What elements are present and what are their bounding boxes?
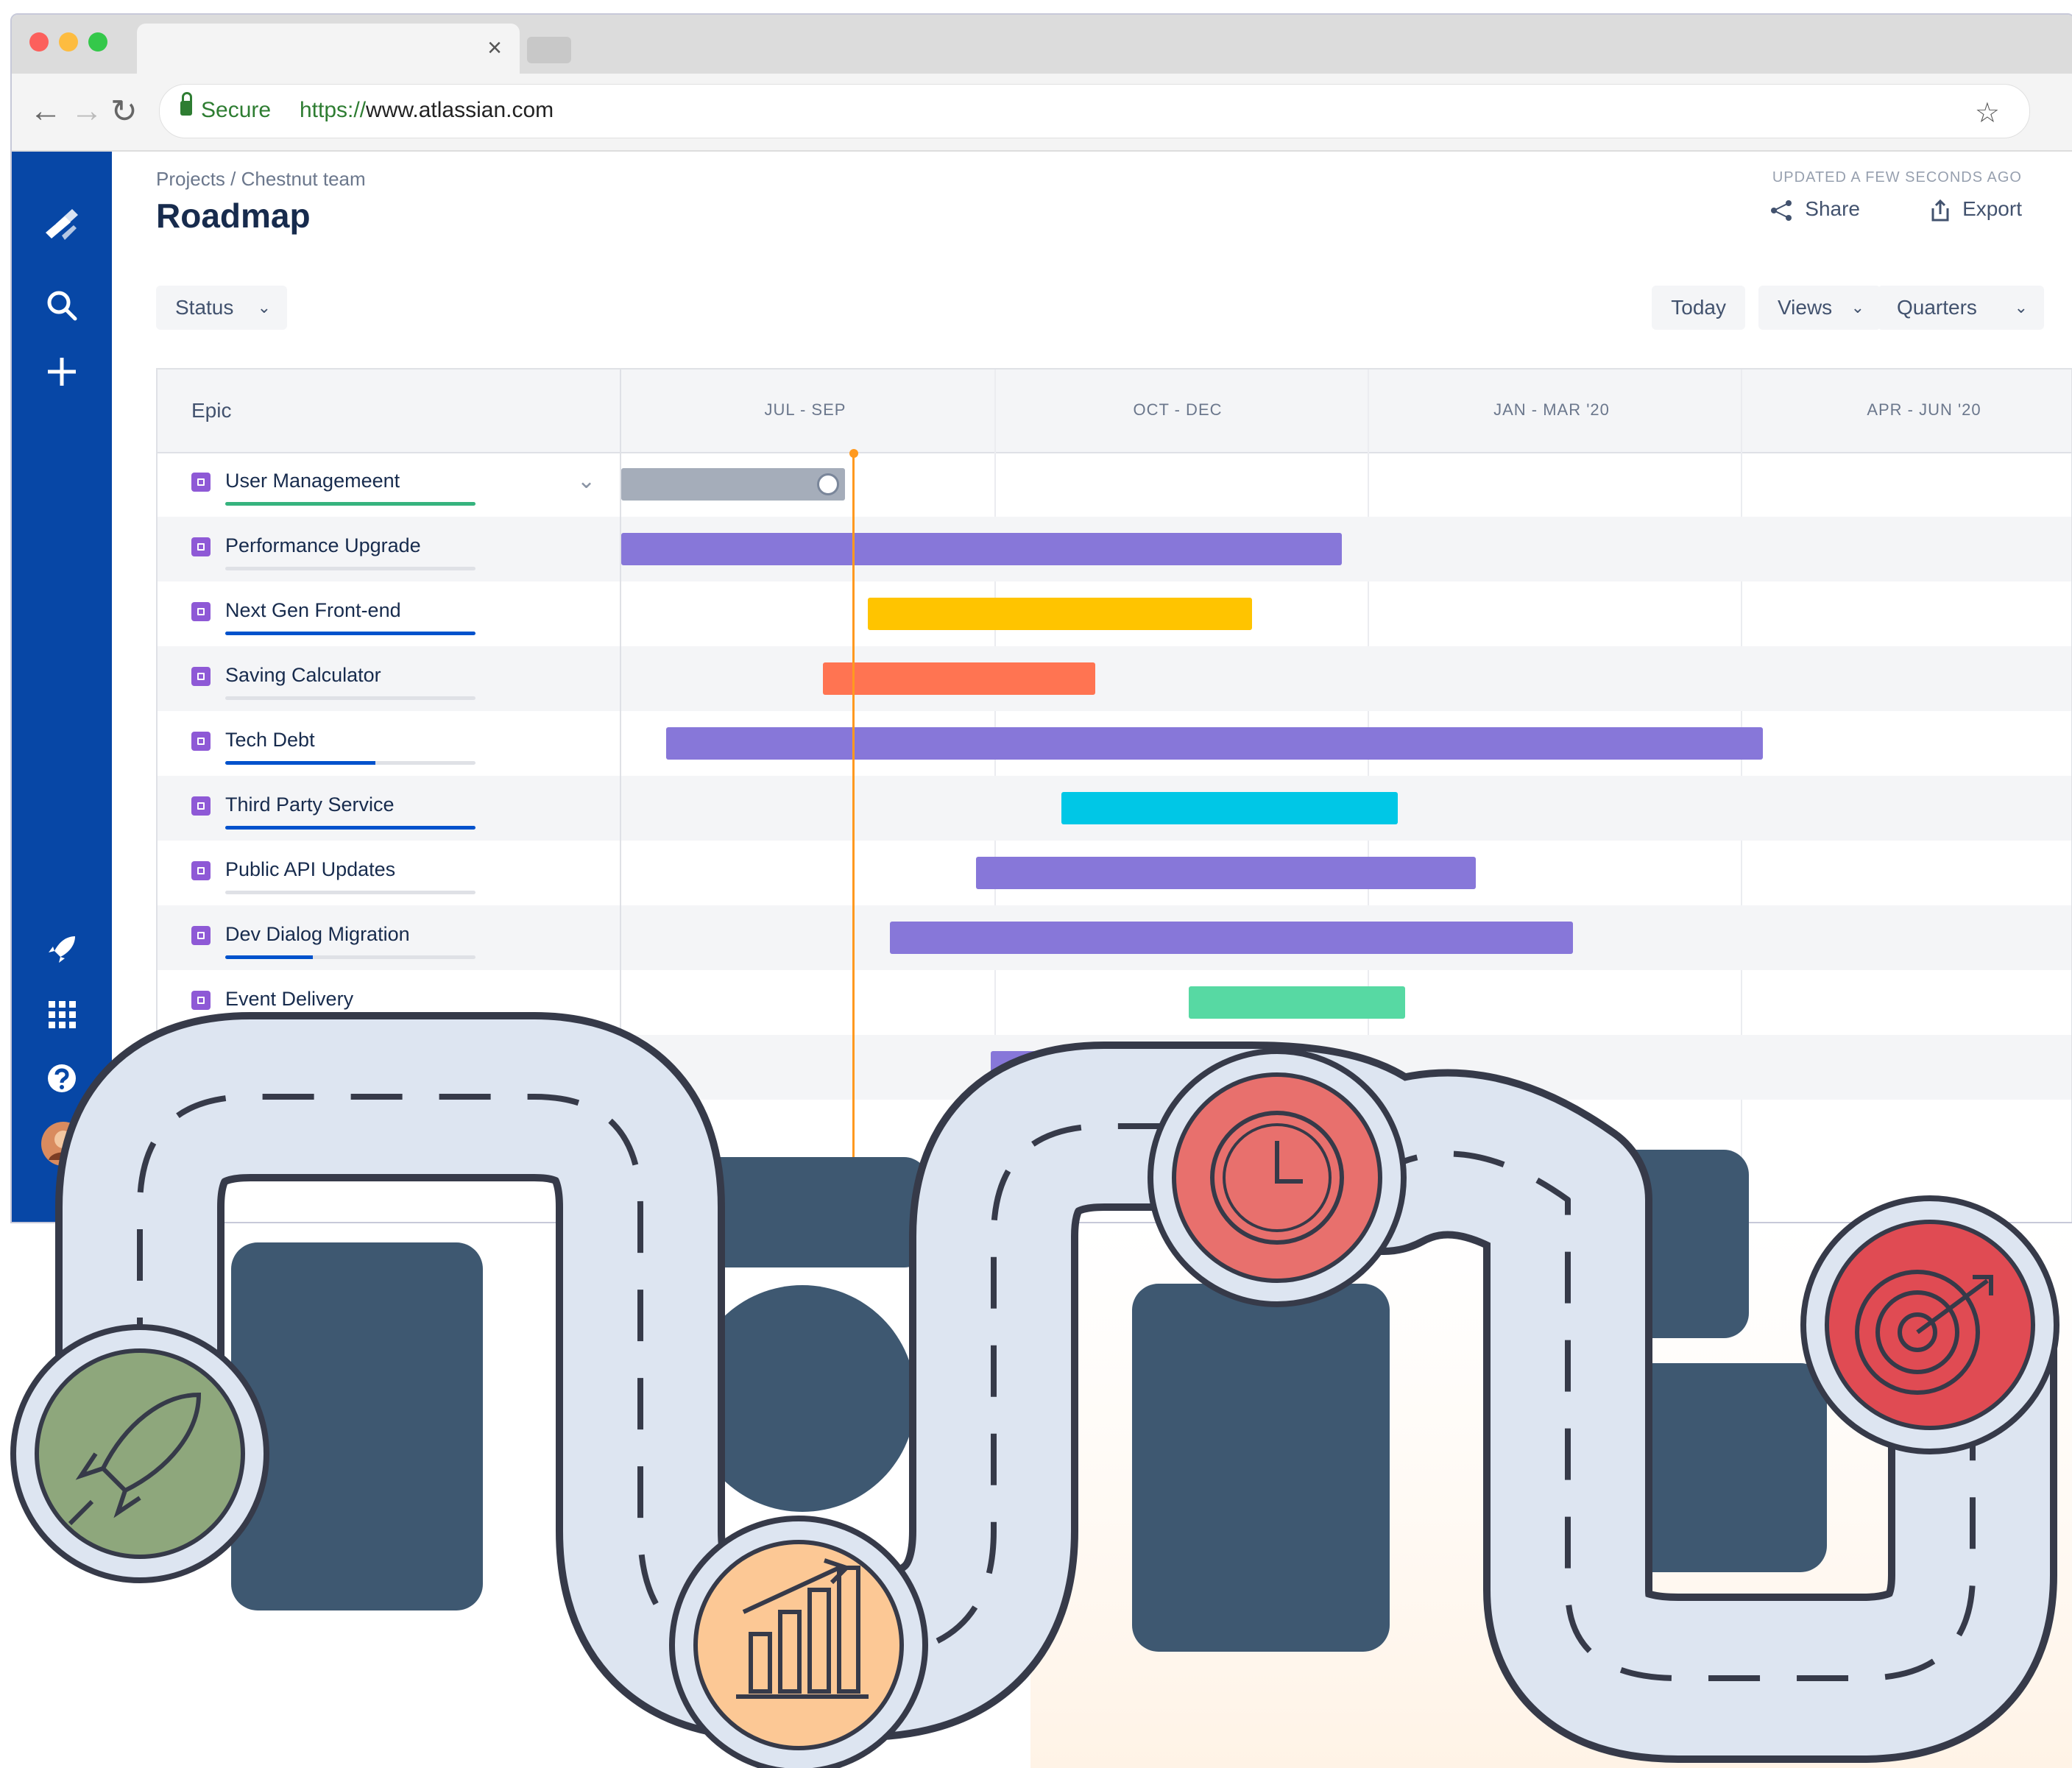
url-host: www.atlassian.com: [366, 98, 554, 122]
quarter-label: APR - JUN '20: [1867, 400, 1981, 419]
export-label: Export: [1962, 197, 2022, 220]
global-sidebar: [12, 152, 112, 1222]
updated-status: UPDATED A FEW SECONDS AGO: [1772, 169, 2022, 185]
bookmark-star-icon[interactable]: ☆: [1975, 96, 2000, 130]
create-plus-icon[interactable]: [40, 353, 84, 397]
jira-logo-icon[interactable]: [40, 203, 84, 247]
epic-timeline-bar[interactable]: [990, 1051, 1200, 1083]
city-blocks: [231, 1150, 1827, 1652]
share-label: Share: [1805, 197, 1860, 220]
forward-arrow-icon[interactable]: →: [71, 93, 103, 130]
roadmap-timeline: Epic JUL - SEP OCT - DEC JAN - MAR '20 A…: [156, 368, 2072, 1222]
status-filter-dropdown[interactable]: Status ⌄: [156, 286, 287, 330]
rocket-icon[interactable]: [40, 932, 84, 976]
background-wash: [1030, 1222, 2072, 1768]
chevron-down-icon: ⌄: [257, 298, 271, 317]
quarter-label: JAN - MAR '20: [1493, 400, 1610, 419]
maximize-window-button[interactable]: [88, 32, 107, 52]
chevron-down-icon: ⌄: [1850, 298, 1864, 317]
url-scheme: https://: [300, 98, 367, 122]
epic-timeline-bar[interactable]: [1424, 1116, 1592, 1148]
status-filter-label: Status: [175, 296, 234, 319]
share-icon: [1771, 199, 1792, 221]
chevron-down-icon: ⌄: [2014, 298, 2028, 317]
quarter-label: OCT - DEC: [1133, 400, 1223, 419]
quarter-label: JUL - SEP: [764, 400, 846, 419]
views-dropdown[interactable]: Views ⌄: [1758, 286, 1881, 330]
page-title: Roadmap: [156, 197, 311, 235]
epic-timeline-bar[interactable]: [867, 598, 1252, 630]
rocket-icon: [10, 1324, 269, 1583]
today-label: Today: [1671, 296, 1726, 319]
new-tab-button[interactable]: [527, 37, 571, 63]
tab-strip: ×: [12, 15, 2072, 74]
epic-timeline-bar[interactable]: [1061, 792, 1398, 824]
quarters-dropdown[interactable]: Quarters ⌄: [1878, 286, 2044, 330]
app-grid-icon[interactable]: [40, 997, 84, 1041]
breadcrumb[interactable]: Projects / Chestnut team: [156, 168, 366, 191]
address-bar[interactable]: Secure https://www.atlassian.com ☆: [159, 84, 2030, 138]
epic-column-divider: [158, 369, 621, 1222]
minimize-window-button[interactable]: [59, 32, 78, 52]
epic-timeline-bar[interactable]: [1188, 986, 1405, 1019]
views-label: Views: [1778, 296, 1833, 319]
today-button[interactable]: Today: [1652, 286, 1745, 330]
epic-timeline-bar[interactable]: [621, 533, 1342, 565]
share-button[interactable]: Share: [1768, 197, 1860, 222]
avatar[interactable]: [40, 1120, 85, 1166]
close-window-button[interactable]: [29, 32, 49, 52]
bar-resize-handle[interactable]: [817, 473, 840, 495]
growth-chart-icon: [669, 1516, 928, 1768]
roadmap-page: Projects / Chestnut team Roadmap UPDATED…: [112, 152, 2072, 1222]
browser-window: × ← → ↻ Secure https://www.atlassian.com…: [10, 13, 2072, 1223]
today-marker-line: [852, 452, 855, 1222]
secure-label: Secure: [201, 98, 272, 122]
epic-timeline-bar[interactable]: [665, 727, 1764, 760]
epic-timeline-bar[interactable]: [822, 662, 1095, 695]
target-icon: [1800, 1195, 2059, 1454]
reload-icon[interactable]: ↻: [110, 93, 138, 130]
url-text[interactable]: https://www.atlassian.com: [300, 98, 554, 123]
quarters-label: Quarters: [1897, 296, 1977, 319]
back-arrow-icon[interactable]: ←: [29, 93, 62, 130]
browser-tab[interactable]: ×: [137, 24, 520, 74]
epic-timeline-bar[interactable]: [890, 922, 1573, 954]
help-icon[interactable]: [40, 1061, 84, 1106]
export-icon: [1931, 199, 1949, 222]
expand-chevron-icon[interactable]: ⌄: [577, 468, 595, 494]
export-button[interactable]: Export: [1928, 197, 2022, 223]
close-tab-icon[interactable]: ×: [487, 34, 502, 63]
epic-timeline-bar[interactable]: [621, 468, 846, 501]
search-icon[interactable]: [40, 287, 84, 331]
epic-timeline-bar[interactable]: [975, 857, 1477, 889]
browser-toolbar: ← → ↻ Secure https://www.atlassian.com ☆: [12, 74, 2072, 152]
lock-icon: [180, 92, 192, 116]
